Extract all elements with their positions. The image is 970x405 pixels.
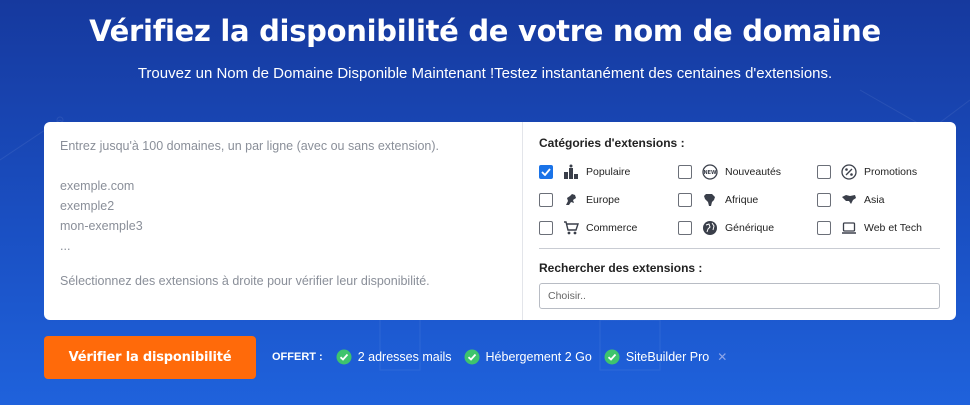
checkbox-web-tech[interactable]: [817, 220, 831, 235]
offer-item: 2 adresses mails: [336, 349, 452, 365]
category-web-tech[interactable]: Web et Tech: [817, 220, 937, 235]
offer-text: Hébergement 2 Go: [485, 350, 592, 364]
textarea-placeholder-line: [60, 156, 506, 176]
category-commerce[interactable]: Commerce: [539, 220, 678, 235]
categories-grid: Populaire NEW Nouveautés Promotions Euro…: [539, 163, 940, 235]
laptop-icon: [842, 221, 856, 234]
extensions-panel: Catégories d'extensions : Populaire NEW …: [523, 122, 956, 320]
checkbox-asia[interactable]: [817, 192, 831, 207]
category-label: Générique: [725, 221, 775, 234]
offer-text: 2 adresses mails: [357, 350, 452, 364]
offers-bar: OFFERT : 2 adresses mails Hébergement 2 …: [272, 349, 727, 365]
textarea-placeholder-line: Entrez jusqu'à 100 domaines, un par lign…: [60, 139, 440, 153]
category-label: Asia: [864, 193, 885, 206]
category-promotions[interactable]: Promotions: [817, 163, 937, 180]
percent-icon: [841, 163, 857, 180]
domains-textarea[interactable]: Entrez jusqu'à 100 domaines, un par lign…: [44, 122, 523, 320]
checkbox-populaire[interactable]: [539, 164, 553, 179]
close-icon: ✕: [717, 350, 728, 364]
category-afrique[interactable]: Afrique: [678, 192, 817, 207]
textarea-placeholder-line: mon-exemple3: [60, 219, 143, 233]
new-badge-icon: NEW: [702, 163, 718, 180]
checkbox-nouveautes[interactable]: [678, 164, 692, 179]
checkbox-europe[interactable]: [539, 192, 553, 207]
textarea-placeholder-line: exemple.com: [60, 179, 135, 193]
offers-label: OFFERT :: [272, 351, 323, 363]
checkbox-promotions[interactable]: [817, 164, 831, 179]
cart-icon: [564, 220, 579, 234]
svg-text:NEW: NEW: [703, 170, 717, 176]
categories-label: Catégories d'extensions :: [539, 136, 685, 150]
category-label: Web et Tech: [864, 221, 922, 234]
category-label: Nouveautés: [725, 165, 782, 178]
category-label: Afrique: [725, 193, 759, 206]
category-generique[interactable]: Générique: [678, 220, 817, 235]
category-label: Commerce: [586, 221, 638, 234]
extension-search-label: Rechercher des extensions :: [539, 261, 703, 275]
offer-text: SiteBuilder Pro: [625, 350, 710, 364]
textarea-placeholder-line: ...: [60, 239, 71, 253]
category-populaire[interactable]: Populaire: [539, 164, 678, 179]
check-availability-button[interactable]: Vérifier la disponibilité: [44, 336, 256, 379]
globe-icon: [703, 220, 717, 235]
category-europe[interactable]: Europe: [539, 192, 678, 207]
checkbox-generique[interactable]: [678, 220, 692, 235]
check-circle-icon: [604, 349, 620, 365]
offer-item: SiteBuilder Pro: [604, 349, 709, 365]
textarea-hint: Sélectionnez des extensions à droite pou…: [60, 274, 430, 288]
category-label: Populaire: [586, 165, 631, 178]
divider: [539, 248, 940, 249]
podium-icon: [564, 164, 578, 179]
page-subtitle: Trouvez un Nom de Domaine Disponible Mai…: [137, 65, 833, 82]
africa-map-icon: [704, 193, 715, 206]
extension-search-input[interactable]: [539, 283, 940, 309]
checkbox-afrique[interactable]: [678, 192, 692, 207]
offer-item: Hébergement 2 Go: [464, 349, 592, 365]
page-title: Vérifiez la disponibilité de votre nom d…: [89, 14, 881, 48]
category-asia[interactable]: Asia: [817, 192, 937, 207]
europe-map-icon: [566, 193, 576, 205]
category-label: Promotions: [864, 165, 918, 178]
category-nouveautes[interactable]: NEW Nouveautés: [678, 163, 817, 180]
textarea-placeholder-line: exemple2: [60, 199, 115, 213]
check-circle-icon: [464, 349, 480, 365]
category-label: Europe: [586, 193, 620, 206]
asia-map-icon: [842, 194, 856, 204]
checkbox-commerce[interactable]: [539, 220, 553, 235]
domain-search-card: Entrez jusqu'à 100 domaines, un par lign…: [44, 122, 956, 320]
check-circle-icon: [336, 349, 352, 365]
